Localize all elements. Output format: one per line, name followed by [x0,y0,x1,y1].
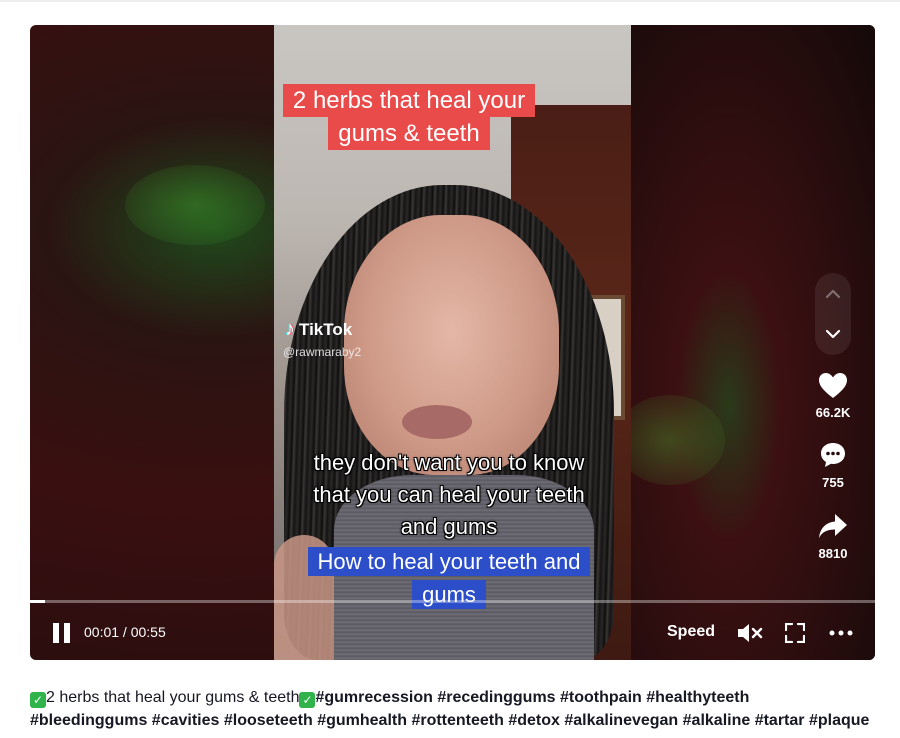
pause-icon [53,623,70,643]
tiktok-watermark: ♪ TikTok [285,318,352,341]
fullscreen-button[interactable] [785,622,807,644]
hashtag-links-line-2[interactable]: #bleedinggums #cavities #looseteeth #gum… [30,709,880,732]
video-subtitle: they don't want you to know that you can… [313,450,585,539]
watermark-handle: @rawmaraby2 [283,345,362,359]
video-description: ✓ 2 herbs that heal your gums & teeth ✓ #gu… [30,686,880,732]
like-button[interactable]: 66.2K [808,367,858,420]
mute-button[interactable] [737,622,763,644]
next-video-button[interactable] [815,314,851,354]
blurred-background-left [125,165,265,245]
chevron-down-icon [825,329,841,339]
comment-icon [821,443,845,467]
progress-bar[interactable] [30,600,875,603]
speed-button[interactable]: Speed [667,623,715,641]
check-mark-icon: ✓ [299,692,316,708]
top-divider [0,0,900,2]
previous-video-button[interactable] [815,274,851,314]
description-line-1: ✓ 2 herbs that heal your gums & teeth ✓ #gu… [30,686,880,709]
share-icon [819,514,847,538]
share-count: 8810 [818,546,848,561]
blurred-background-glow [615,395,725,485]
person-mouth [402,405,472,439]
time-display: 00:01 / 00:55 [84,624,166,640]
more-options-button[interactable] [829,622,855,644]
video-caption-title: 2 herbs that heal your gums & teeth [271,84,547,150]
comment-button[interactable]: 755 [808,437,858,490]
mute-icon [738,624,763,642]
pause-button[interactable] [53,622,73,644]
tiktok-watermark-text: TikTok [299,319,353,339]
comment-count: 755 [822,475,844,490]
page: 2 herbs that heal your gums & teeth they… [0,0,900,738]
progress-bar-fill [30,600,46,603]
fullscreen-icon [785,623,805,643]
share-button[interactable]: 8810 [808,508,858,561]
chevron-up-icon [825,289,841,299]
like-count: 66.2K [815,405,851,420]
heart-icon [819,372,847,398]
tiktok-logo-icon: ♪ [285,318,295,340]
more-icon [829,630,853,636]
check-mark-icon: ✓ [30,692,46,708]
hashtag-links-line-1[interactable]: #gumrecession #recedinggums #toothpain #… [315,689,749,706]
description-title: 2 herbs that heal your gums & teeth [46,689,300,706]
